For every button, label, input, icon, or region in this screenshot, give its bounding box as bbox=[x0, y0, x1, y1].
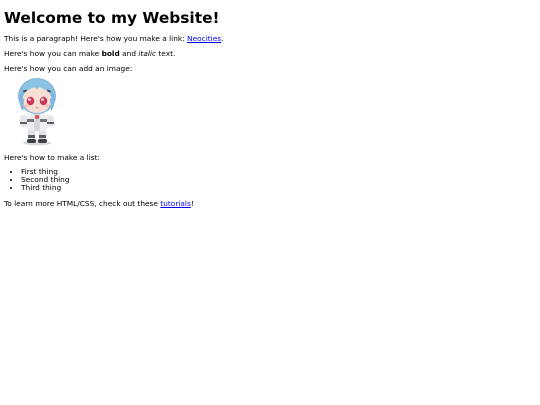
image-intro-paragraph: Here's how you can add an image: bbox=[4, 64, 133, 73]
page-title: Welcome to my Website! bbox=[4, 9, 220, 27]
neocities-link[interactable]: Neocities bbox=[187, 34, 221, 43]
outro-end: ! bbox=[190, 199, 194, 208]
format-middle: and bbox=[119, 49, 139, 58]
italic-text: italic bbox=[138, 49, 157, 58]
format-end: text. bbox=[156, 49, 176, 58]
bold-text: bold bbox=[101, 49, 120, 58]
list-item: Second thing bbox=[21, 176, 536, 184]
bullet-list: First thing Second thing Third thing bbox=[4, 168, 536, 192]
format-text: Here's how you can make bbox=[4, 49, 102, 58]
page: Welcome to my Website! This is a paragra… bbox=[0, 9, 540, 405]
list-item: Third thing bbox=[21, 184, 536, 192]
outro-text: To learn more HTML/CSS, check out these bbox=[4, 199, 161, 208]
list-intro-paragraph: Here's how to make a list: bbox=[4, 153, 100, 162]
tutorials-link[interactable]: tutorials bbox=[160, 199, 191, 208]
intro-paragraph: This is a paragraph! Here's how you make… bbox=[4, 34, 536, 43]
figure-plush-image bbox=[14, 77, 60, 147]
format-paragraph: Here's how you can make bold and italic … bbox=[4, 49, 536, 58]
list-item: First thing bbox=[21, 168, 536, 176]
intro-text: This is a paragraph! Here's how you make… bbox=[4, 34, 188, 43]
outro-paragraph: To learn more HTML/CSS, check out these … bbox=[4, 199, 536, 208]
intro-end: . bbox=[221, 34, 224, 43]
